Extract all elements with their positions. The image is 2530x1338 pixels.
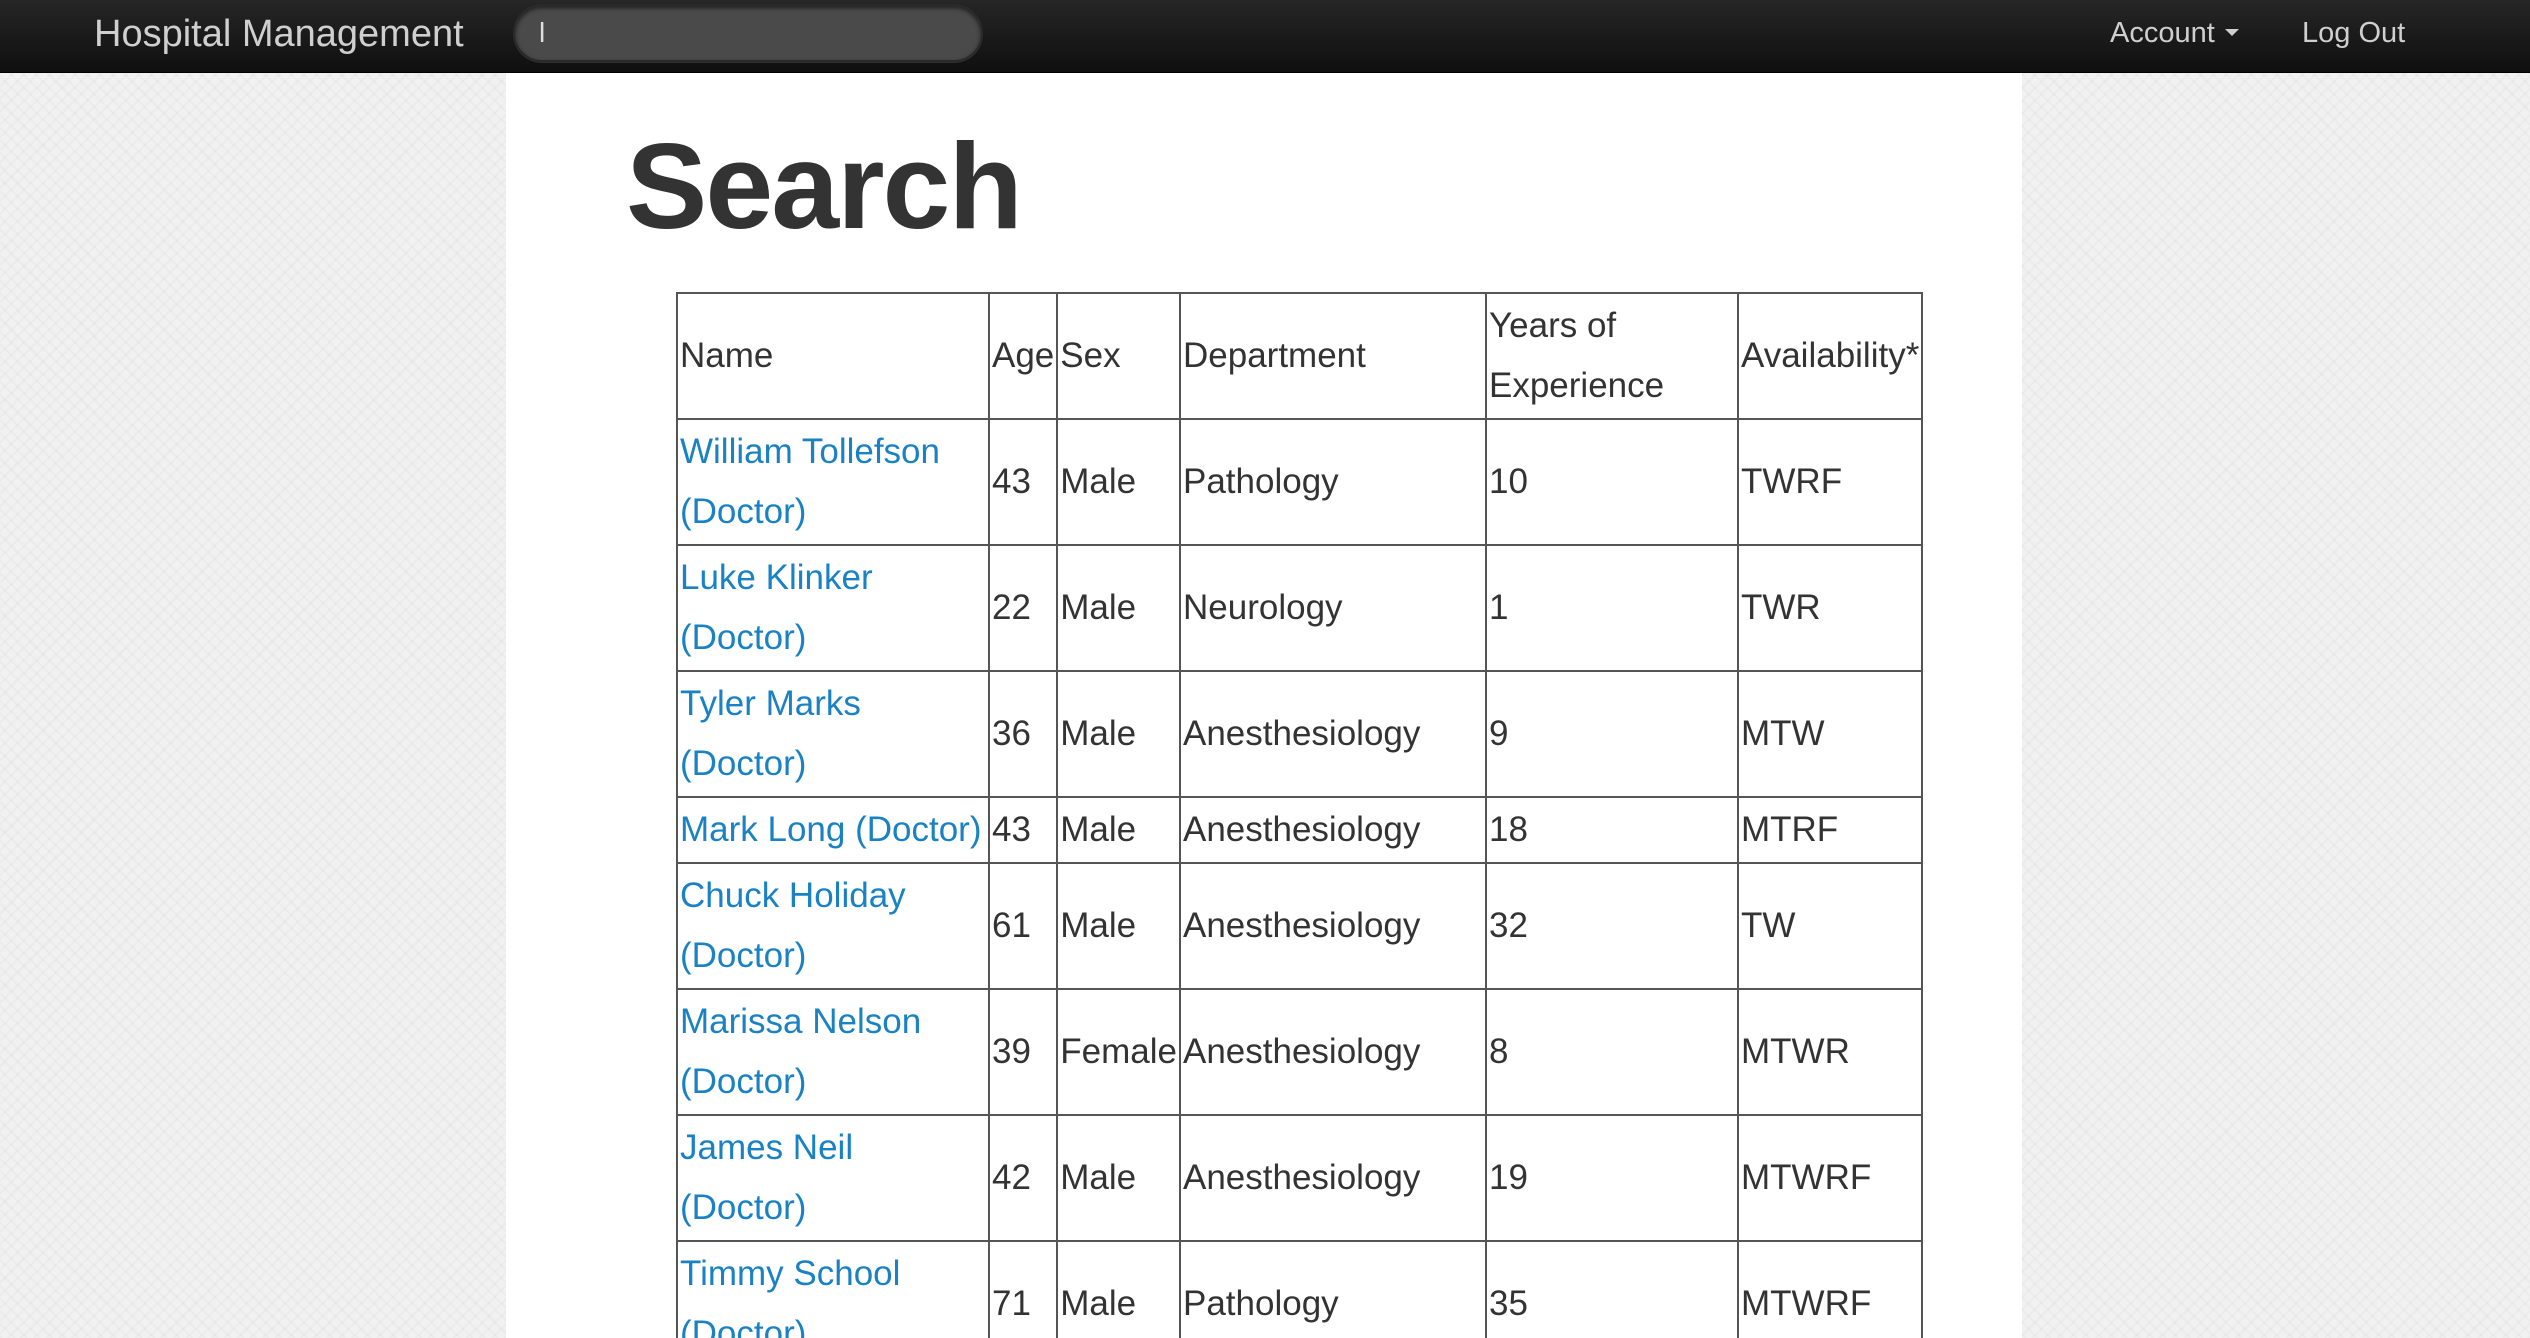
cell-age: 36: [987, 670, 1059, 798]
header-experience: Years of Experience: [1485, 292, 1739, 420]
header-name: Name: [676, 292, 990, 420]
cell-sex: Male: [1056, 862, 1181, 990]
cell-sex: Male: [1056, 1114, 1181, 1242]
table-row: Marissa Nelson (Doctor) 39 Female Anesth…: [676, 988, 1924, 1116]
table-row: Mark Long (Doctor) 43 Male Anesthesiolog…: [676, 796, 1924, 864]
cell-department: Pathology: [1179, 418, 1487, 546]
cell-department: Neurology: [1179, 544, 1487, 672]
table-row: James Neil (Doctor) 42 Male Anesthesiolo…: [676, 1114, 1924, 1242]
cell-age: 43: [987, 418, 1059, 546]
cell-experience: 19: [1485, 1114, 1739, 1242]
cell-department: Pathology: [1179, 1240, 1487, 1338]
cell-name: William Tollefson (Doctor): [676, 418, 990, 546]
cell-availability: MTRF: [1736, 796, 1924, 864]
cell-age: 61: [987, 862, 1059, 990]
cell-name: Marissa Nelson (Doctor): [676, 988, 990, 1116]
cell-availability: MTWRF: [1736, 1240, 1924, 1338]
table-row: Luke Klinker (Doctor) 22 Male Neurology …: [676, 544, 1924, 672]
person-link[interactable]: Tyler Marks (Doctor): [680, 684, 861, 783]
cell-experience: 32: [1485, 862, 1739, 990]
cell-experience: 35: [1485, 1240, 1739, 1338]
top-navbar: Hospital Management Account Log Out: [0, 0, 2530, 73]
table-row: Chuck Holiday (Doctor) 61 Male Anesthesi…: [676, 862, 1924, 990]
cell-name: Luke Klinker (Doctor): [676, 544, 990, 672]
cell-name: Tyler Marks (Doctor): [676, 670, 990, 798]
cell-name: Timmy School (Doctor): [676, 1240, 990, 1338]
cell-age: 39: [987, 988, 1059, 1116]
cell-name: Mark Long (Doctor): [676, 796, 990, 864]
cell-availability: MTWR: [1736, 988, 1924, 1116]
cell-experience: 1: [1485, 544, 1739, 672]
search-input[interactable]: [513, 4, 983, 62]
cell-availability: MTWRF: [1736, 1114, 1924, 1242]
header-department: Department: [1179, 292, 1487, 420]
cell-sex: Male: [1056, 544, 1181, 672]
page-title: Search: [626, 118, 1023, 254]
cell-availability: MTW: [1736, 670, 1924, 798]
cell-experience: 8: [1485, 988, 1739, 1116]
person-link[interactable]: William Tollefson (Doctor): [680, 432, 940, 531]
person-link[interactable]: Marissa Nelson (Doctor): [680, 1002, 921, 1101]
cell-name: Chuck Holiday (Doctor): [676, 862, 990, 990]
cell-sex: Female: [1056, 988, 1181, 1116]
person-link[interactable]: Luke Klinker (Doctor): [680, 558, 873, 657]
cell-age: 43: [987, 796, 1059, 864]
header-age: Age: [987, 292, 1059, 420]
cell-sex: Male: [1056, 670, 1181, 798]
cell-availability: TW: [1736, 862, 1924, 990]
cell-age: 71: [987, 1240, 1059, 1338]
cell-sex: Male: [1056, 1240, 1181, 1338]
account-label: Account: [2110, 17, 2215, 49]
table-header-row: Name Age Sex Department Years of Experie…: [676, 292, 1924, 420]
cell-experience: 9: [1485, 670, 1739, 798]
person-link[interactable]: Mark Long (Doctor): [680, 810, 981, 849]
cell-age: 42: [987, 1114, 1059, 1242]
cell-availability: TWR: [1736, 544, 1924, 672]
results-table: Name Age Sex Department Years of Experie…: [676, 292, 1924, 1338]
account-menu[interactable]: Account: [2110, 0, 2239, 66]
caret-down-icon: [2224, 29, 2239, 37]
cell-experience: 18: [1485, 796, 1739, 864]
cell-age: 22: [987, 544, 1059, 672]
header-sex: Sex: [1056, 292, 1181, 420]
table-row: William Tollefson (Doctor) 43 Male Patho…: [676, 418, 1924, 546]
logout-link[interactable]: Log Out: [2302, 0, 2405, 66]
person-link[interactable]: James Neil (Doctor): [680, 1128, 853, 1227]
cell-availability: TWRF: [1736, 418, 1924, 546]
cell-sex: Male: [1056, 796, 1181, 864]
cell-department: Anesthesiology: [1179, 1114, 1487, 1242]
cell-name: James Neil (Doctor): [676, 1114, 990, 1242]
table-row: Tyler Marks (Doctor) 36 Male Anesthesiol…: [676, 670, 1924, 798]
header-availability: Availability*: [1736, 292, 1924, 420]
cell-department: Anesthesiology: [1179, 670, 1487, 798]
brand-title[interactable]: Hospital Management: [94, 0, 464, 69]
person-link[interactable]: Timmy School (Doctor): [680, 1254, 900, 1338]
cell-department: Anesthesiology: [1179, 862, 1487, 990]
cell-department: Anesthesiology: [1179, 988, 1487, 1116]
table-row: Timmy School (Doctor) 71 Male Pathology …: [676, 1240, 1924, 1338]
cell-sex: Male: [1056, 418, 1181, 546]
cell-department: Anesthesiology: [1179, 796, 1487, 864]
person-link[interactable]: Chuck Holiday (Doctor): [680, 876, 906, 975]
main-content: Search Name Age Sex Department Years of …: [506, 73, 2022, 1338]
cell-experience: 10: [1485, 418, 1739, 546]
